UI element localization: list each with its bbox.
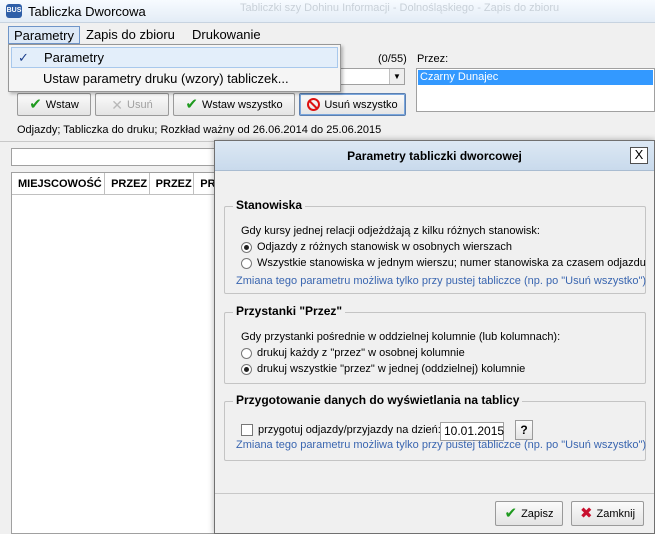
- dialog-divider: [215, 493, 654, 494]
- zapisz-button[interactable]: ✔ Zapisz: [495, 501, 563, 526]
- dialog-titlebar: Parametry tabliczki dworcowej: [215, 141, 654, 171]
- window-title: Tabliczka Dworcowa: [28, 4, 146, 19]
- radio-osobne-wiersze[interactable]: Odjazdy z różnych stanowisk w osobnych w…: [241, 241, 512, 253]
- group-legend-przystanki: Przystanki "Przez": [233, 304, 346, 318]
- przygotowanie-note: Zmiana tego parametru możliwa tylko przy…: [236, 439, 647, 451]
- menu-parametry-label: Parametry: [14, 28, 74, 43]
- usun-wszystko-button[interactable]: Usuń wszystko: [299, 93, 406, 116]
- check-icon: ✔: [504, 505, 518, 522]
- radio-osobna-kolumna[interactable]: drukuj każdy z "przez" w osobnej kolumni…: [241, 347, 465, 359]
- menu-zapis-label: Zapis do zbioru: [86, 27, 175, 42]
- checkbox[interactable]: [241, 424, 253, 436]
- check-icon: ✔: [185, 96, 198, 113]
- dropdown-item-ustaw-parametry-druku[interactable]: Ustaw parametry druku (wzory) tabliczek.…: [11, 69, 338, 90]
- group-legend-przygotowanie: Przygotowanie danych do wyświetlania na …: [233, 393, 523, 407]
- stanowiska-question: Gdy kursy jednej relacji odjeżdżają z ki…: [241, 225, 540, 237]
- zamknij-button[interactable]: ✖ Zamknij: [571, 501, 644, 526]
- close-x-icon: ✖: [579, 505, 593, 522]
- przez-listbox[interactable]: Czarny Dunajec: [416, 68, 655, 112]
- dropdown-item-parametry[interactable]: ✓ Parametry: [11, 47, 338, 68]
- wstaw-wszystko-button[interactable]: ✔ Wstaw wszystko: [173, 93, 295, 116]
- stanowiska-group: Stanowiska Gdy kursy jednej relacji odje…: [224, 198, 647, 294]
- zapisz-label: Zapisz: [521, 507, 554, 520]
- close-icon[interactable]: X: [630, 147, 648, 164]
- radio-button-selected[interactable]: [241, 363, 252, 375]
- menu-parametry[interactable]: Parametry: [8, 26, 80, 44]
- radio-jedna-kolumna[interactable]: drukuj wszystkie "przez" w jednej (oddzi…: [241, 363, 525, 375]
- dropdown-arrow-icon[interactable]: ▼: [389, 69, 404, 84]
- wstaw-label: Wstaw: [45, 98, 79, 111]
- app-bus-icon: BUS: [6, 4, 22, 18]
- departures-grid[interactable]: MIEJSCOWOŚĆ PRZEZ PRZEZ PR: [11, 172, 226, 534]
- help-button[interactable]: ?: [515, 420, 533, 440]
- usun-button[interactable]: ✕ Usuń: [95, 93, 169, 116]
- radio-button[interactable]: [241, 257, 252, 269]
- dialog-title: Parametry tabliczki dworcowej: [347, 149, 522, 163]
- check-icon: ✓: [18, 50, 29, 65]
- menubar: Parametry Zapis do zbioru Drukowanie: [0, 24, 655, 44]
- menu-drukowanie-label: Drukowanie: [192, 27, 261, 42]
- delete-x-icon: ✕: [111, 96, 124, 113]
- przez-selected-item[interactable]: Czarny Dunajec: [418, 70, 653, 85]
- przygotuj-checkbox-row[interactable]: przygotuj odjazdy/przyjazdy na dzień:: [241, 424, 441, 436]
- przystanki-question: Gdy przystanki pośrednie w oddzielnej ko…: [241, 331, 561, 343]
- menu-drukowanie[interactable]: Drukowanie: [187, 26, 266, 44]
- wstaw-button[interactable]: ✔ Wstaw: [17, 93, 91, 116]
- przystanki-group: Przystanki "Przez" Gdy przystanki pośred…: [224, 304, 646, 384]
- window-titlebar: BUS Tabliczka Dworcowa Tabliczki szy Doh…: [0, 0, 655, 23]
- no-entry-icon: [307, 98, 321, 111]
- wstaw-wszystko-label: Wstaw wszystko: [201, 98, 283, 111]
- column-header-przez[interactable]: PRZEZ: [150, 173, 195, 195]
- menu-zapis-do-zbioru[interactable]: Zapis do zbioru: [81, 26, 180, 44]
- usun-label: Usuń: [127, 98, 153, 111]
- dropdown-item-label: Ustaw parametry druku (wzory) tabliczek.…: [43, 71, 289, 86]
- przez-label: Przez:: [417, 53, 449, 65]
- radio-jeden-wiersz[interactable]: Wszystkie stanowiska w jednym wierszu; n…: [241, 257, 646, 269]
- count-label: (0/55): [378, 53, 407, 65]
- checkbox-label: przygotuj odjazdy/przyjazdy na dzień:: [258, 424, 441, 436]
- filter-input[interactable]: [11, 148, 226, 166]
- column-header-miejscowosc[interactable]: MIEJSCOWOŚĆ: [12, 173, 106, 195]
- column-header-przez[interactable]: PRZEZ: [105, 173, 150, 195]
- radio-label: drukuj wszystkie "przez" w jednej (oddzi…: [257, 363, 526, 375]
- group-legend-stanowiska: Stanowiska: [233, 198, 306, 212]
- status-info-line: Odjazdy; Tabliczka do druku; Rozkład waż…: [17, 124, 382, 136]
- stanowiska-note: Zmiana tego parametru możliwa tylko przy…: [236, 275, 647, 287]
- radio-label: Odjazdy z różnych stanowisk w osobnych w…: [257, 241, 512, 253]
- usun-wszystko-label: Usuń wszystko: [324, 98, 398, 111]
- dropdown-item-label: Parametry: [44, 50, 104, 65]
- radio-label: Wszystkie stanowiska w jednym wierszu; n…: [257, 257, 646, 269]
- relation-combobox[interactable]: ▼: [340, 68, 405, 85]
- przygotowanie-group: Przygotowanie danych do wyświetlania na …: [224, 393, 647, 461]
- background-window-title: Tabliczki szy Dohinu Informacji - Dolnoś…: [240, 2, 560, 14]
- radio-label: drukuj każdy z "przez" w osobnej kolumni…: [257, 347, 465, 359]
- radio-button[interactable]: [241, 347, 252, 359]
- parametry-dialog: Parametry tabliczki dworcowej X Stanowis…: [214, 140, 655, 534]
- radio-button-selected[interactable]: [241, 241, 252, 253]
- zamknij-label: Zamknij: [596, 507, 636, 520]
- grid-header: MIEJSCOWOŚĆ PRZEZ PRZEZ PR: [12, 173, 225, 195]
- check-icon: ✔: [29, 96, 42, 113]
- parametry-dropdown-menu: ✓ Parametry Ustaw parametry druku (wzory…: [8, 44, 341, 92]
